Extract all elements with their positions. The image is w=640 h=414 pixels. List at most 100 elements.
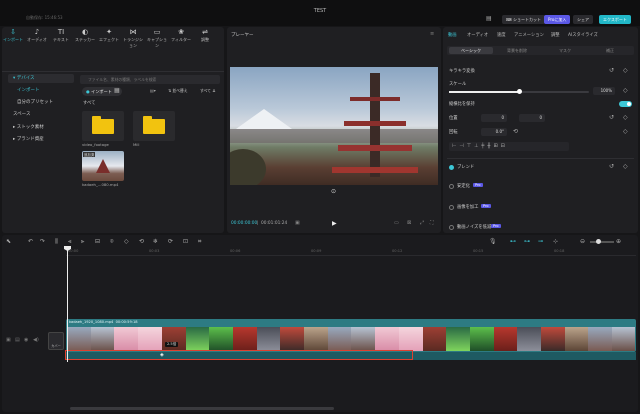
layout-icon[interactable]: ▤ [486, 15, 492, 22]
track-visible-icon[interactable]: ◉ [24, 337, 28, 343]
toolbar-adjust-button[interactable]: ⇌ 調整 [194, 28, 216, 46]
safe-area-icon[interactable]: ▣ [295, 220, 300, 226]
snap-icon[interactable]: ⊸ [538, 238, 543, 246]
align-buttons[interactable]: ⊢⊣⊤⊥╪╫⊞⊟ [449, 142, 569, 151]
toolbar-audio-button[interactable]: ♪ オーディオ [26, 28, 48, 46]
tab-video[interactable]: 動画 [448, 32, 457, 38]
zoom-in-icon[interactable]: ⊕ [616, 238, 621, 246]
sidebar-item-2[interactable]: 自分のプリセット [8, 98, 74, 107]
magnet-icon[interactable]: ⊷ [510, 238, 516, 246]
scale-slider-knob[interactable] [517, 89, 522, 94]
mic-icon[interactable]: 🎙 [489, 238, 497, 246]
pro-button[interactable]: Proに加入 [544, 15, 571, 24]
mirror-icon[interactable]: ◇ [124, 238, 129, 246]
zoom-slider[interactable] [590, 239, 614, 244]
tab-adjust[interactable]: 調整 [551, 32, 560, 38]
toolbar-text-button[interactable]: TI テキスト [50, 28, 72, 46]
keyframe-icon[interactable]: ◇ [623, 87, 628, 95]
rotation-input[interactable]: 0.0° [481, 128, 507, 136]
keyframe-icon[interactable]: ◇ [623, 67, 628, 75]
toolbar-import-button[interactable]: ⇩ インポート [2, 28, 24, 46]
grid-view-icon[interactable]: ▦ [114, 87, 120, 94]
toolbar-transition-button[interactable]: ⋈ トランジション [122, 28, 144, 48]
player-menu-icon[interactable]: ≡ [430, 31, 434, 37]
keyframe-icon[interactable]: ◇ [623, 114, 628, 122]
position-y-input[interactable]: 0 [519, 114, 545, 122]
subtab-remove-bg[interactable]: 背景を削除 [507, 48, 527, 54]
tab-animation[interactable]: アニメーション [514, 32, 544, 38]
split-left-icon[interactable]: ⫷ [68, 238, 71, 246]
tab-ai-stylize[interactable]: AIスタイライズ [568, 32, 598, 38]
subtab-correct[interactable]: 補正 [606, 48, 614, 54]
sidebar-item-0[interactable]: ▾ デバイス [8, 74, 74, 83]
crop-icon[interactable]: ⟳ [168, 238, 173, 246]
track-mute-icon[interactable]: ▤ [15, 337, 20, 343]
export-button[interactable]: エクスポート [599, 15, 631, 24]
selection-box[interactable] [65, 350, 413, 360]
view-select[interactable]: ▤▾ [150, 88, 156, 93]
zoom-fit-icon[interactable]: ⊠ [407, 220, 411, 226]
fullscreen-icon[interactable]: ⛶ [430, 220, 434, 226]
sidebar-item-5[interactable]: ▸ ブランド資産 [8, 135, 74, 144]
sidebar-item-4[interactable]: ▸ ストック素材 [8, 123, 74, 132]
ratio-toggle[interactable] [619, 101, 632, 107]
select-icon[interactable]: ⬉ [6, 238, 11, 246]
video-preview[interactable] [230, 67, 438, 185]
zoom-out-icon[interactable]: ⊖ [580, 238, 585, 246]
timeline-scrollbar[interactable] [70, 407, 334, 410]
sort-button[interactable]: ⇅ 並べ替え [168, 88, 188, 94]
cover-button[interactable]: カバー [48, 332, 64, 350]
split-icon[interactable]: ⫼ [55, 238, 58, 246]
link-icon[interactable]: ⊶ [524, 238, 530, 246]
track-lock-icon[interactable]: ▣ [6, 337, 11, 343]
search-input[interactable]: ファイル名、素材の種類、ラベルを検索 [80, 75, 220, 84]
playhead[interactable] [67, 248, 68, 362]
stabilize-check[interactable] [449, 184, 454, 189]
marker-icon[interactable]: ⌾ [110, 238, 114, 246]
shortcut-button[interactable]: ⌨ ショートカット [502, 15, 546, 24]
video-item[interactable]: 追加済 [82, 151, 124, 181]
split-right-icon[interactable]: ⫸ [81, 238, 84, 246]
preview-icon[interactable]: ⊹ [553, 238, 558, 246]
scale-slider[interactable] [449, 89, 589, 94]
rotate-handle-icon[interactable]: ⊙ [331, 188, 336, 195]
keyframe-icon[interactable]: ◇ [623, 163, 628, 171]
keyframe-icon[interactable]: ◇ [623, 128, 628, 136]
rotate-icon[interactable]: ⟲ [139, 238, 144, 246]
subtab-mask[interactable]: マスク [559, 48, 571, 54]
blend-check[interactable] [449, 165, 454, 170]
rotate-icon[interactable]: ⟲ [513, 128, 518, 136]
project-title[interactable]: TEST [314, 8, 326, 14]
reset-icon[interactable]: ↺ [609, 67, 614, 75]
tab-audio[interactable]: オーディオ [467, 32, 488, 38]
folder-item[interactable] [133, 111, 175, 141]
toolbar-caption-button[interactable]: ▭ キャプション [146, 28, 168, 48]
toolbar-effect-button[interactable]: ✦ エフェクト [98, 28, 120, 46]
undo-icon[interactable]: ↶ [28, 238, 33, 246]
resize-icon[interactable]: ⊡ [183, 238, 188, 246]
play-icon[interactable]: ▶ [332, 220, 337, 227]
freeze-icon[interactable]: ❄ [153, 238, 158, 246]
ratio-icon[interactable]: ▭ [394, 220, 399, 226]
expand-icon[interactable]: ⤢ [420, 220, 424, 226]
subtab-basic[interactable]: ベーシック [449, 47, 493, 54]
toolbar-sticker-button[interactable]: ◐ ステッカー [74, 28, 96, 46]
denoise-check[interactable] [449, 225, 454, 230]
keyframe-handle[interactable]: ◈ [160, 352, 164, 358]
track-audio-icon[interactable]: ◀) [33, 337, 39, 343]
delete-icon[interactable]: ⊟ [95, 238, 100, 246]
scale-input[interactable]: 100% [593, 87, 615, 95]
filter-button[interactable]: すべて ⇊ [200, 88, 215, 94]
sidebar-item-3[interactable]: スペース [8, 110, 74, 119]
share-button[interactable]: シェア [573, 15, 593, 24]
position-x-input[interactable]: 0 [481, 114, 507, 122]
tab-speed[interactable]: 速度 [497, 32, 506, 38]
redo-icon[interactable]: ↷ [40, 238, 45, 246]
reset-icon[interactable]: ↺ [609, 163, 614, 171]
enhance-check[interactable] [449, 205, 454, 210]
folder-item[interactable] [82, 111, 124, 141]
reset-icon[interactable]: ↺ [609, 114, 614, 122]
zoom-slider-knob[interactable] [596, 239, 601, 244]
ai-icon[interactable]: ⌗ [198, 238, 201, 246]
sidebar-item-1[interactable]: インポート [8, 86, 74, 95]
